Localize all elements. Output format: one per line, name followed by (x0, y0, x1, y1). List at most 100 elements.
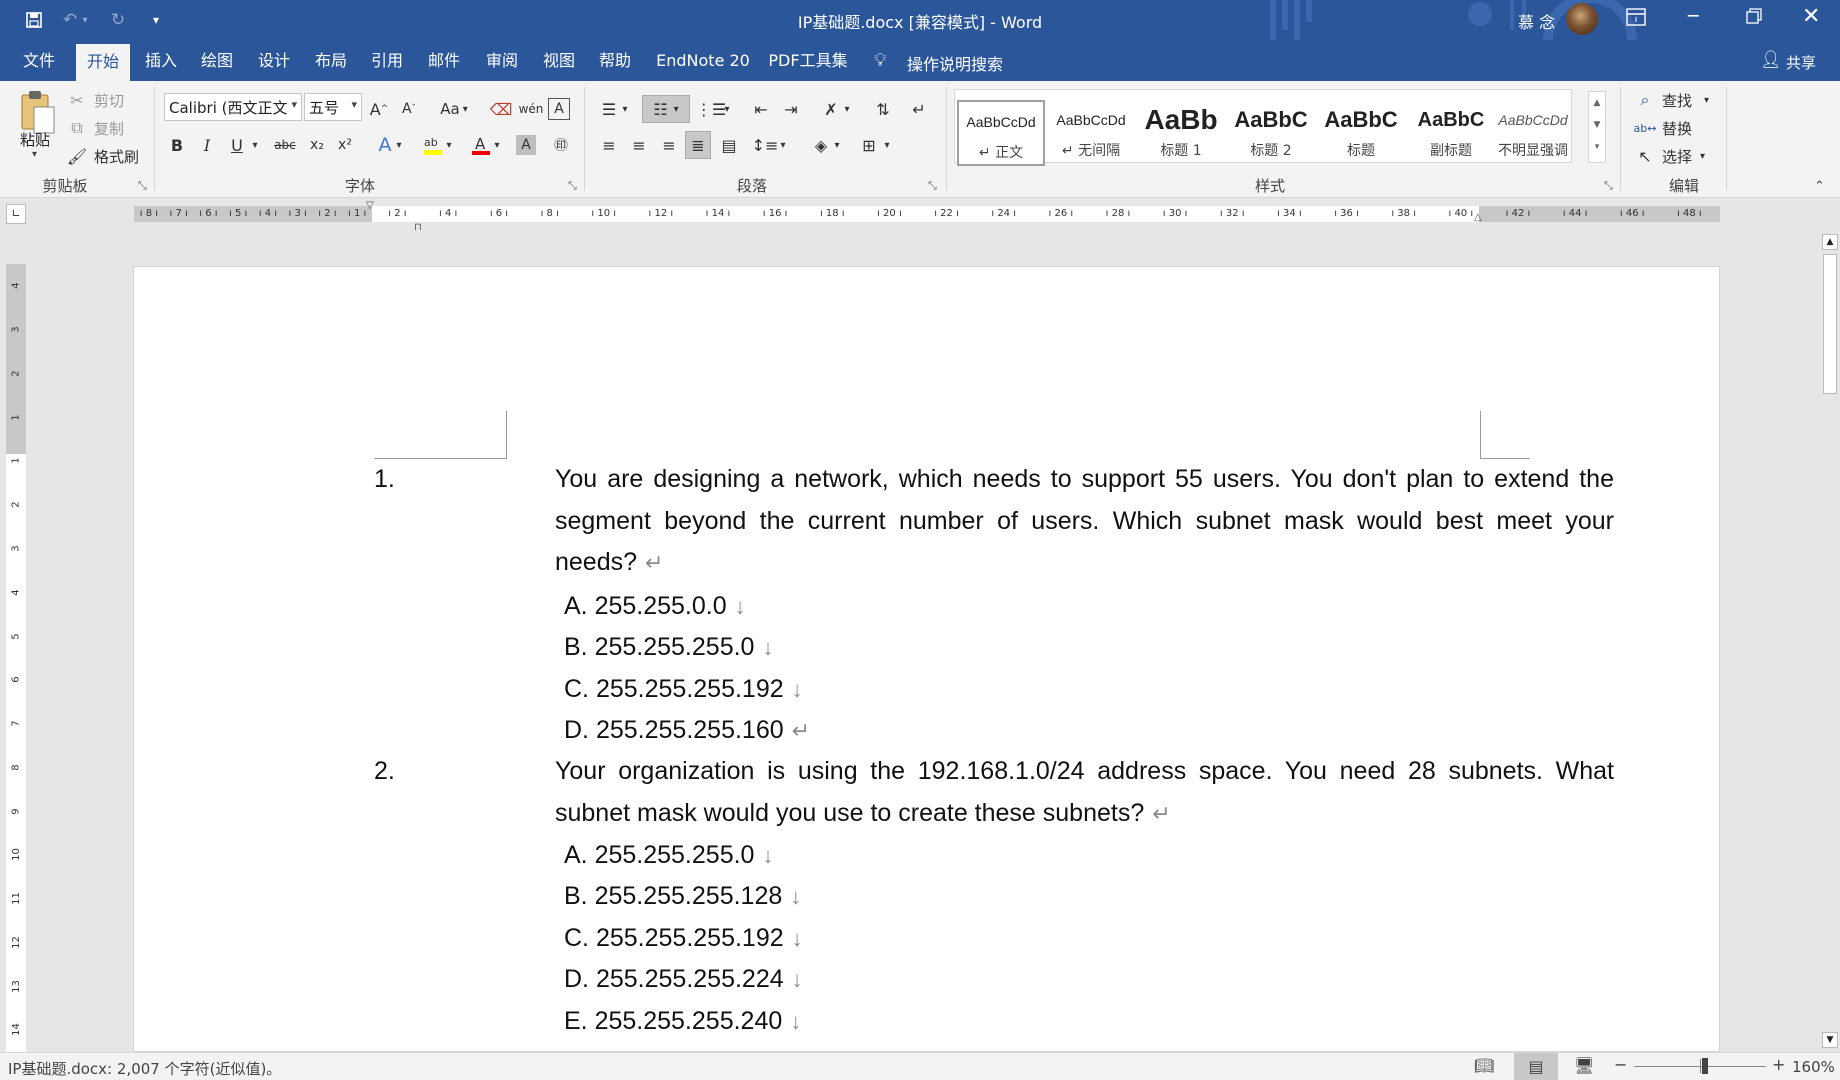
bold-button[interactable]: B (164, 131, 190, 159)
align-left-icon[interactable]: ≡ (596, 131, 622, 159)
tab-view[interactable]: 视图 (536, 40, 582, 81)
change-case-button[interactable]: Aa ▾ (434, 95, 474, 123)
style-title[interactable]: AaBbC 标题 (1317, 100, 1405, 166)
zoom-slider-thumb[interactable] (1702, 1058, 1708, 1074)
undo-dropdown-icon[interactable]: ▾ (78, 8, 92, 32)
paste-dropdown-icon[interactable]: ▾ (32, 149, 37, 160)
scroll-thumb[interactable] (1823, 254, 1837, 394)
grow-font-button[interactable]: A ^ (366, 95, 392, 123)
tab-endnote[interactable]: EndNote 20 (652, 40, 754, 81)
q2-option-e[interactable]: E. 255.255.255.240 ↓ (564, 1007, 801, 1036)
style-heading-1[interactable]: AaBb 标题 1 (1137, 100, 1225, 166)
customize-qat-icon[interactable]: ▾ (144, 8, 168, 32)
chevron-down-icon[interactable]: ▾ (442, 131, 456, 159)
underline-dropdown-icon[interactable]: ▾ (248, 131, 262, 159)
character-border-icon[interactable]: A (548, 98, 570, 120)
minimize-button[interactable]: ─ (1688, 6, 1699, 27)
tab-selector[interactable]: ∟ (6, 204, 26, 224)
numbering-icon[interactable]: ☷ ▾ (642, 95, 690, 123)
q2-option-b[interactable]: B. 255.255.255.128 ↓ (564, 882, 801, 911)
tab-references[interactable]: 引用 (364, 40, 410, 81)
q1-option-b[interactable]: B. 255.255.255.0 ↓ (564, 633, 773, 662)
restore-button[interactable] (1746, 8, 1766, 28)
scroll-up-button[interactable]: ▲ (1822, 234, 1838, 250)
document-page[interactable]: 1. You are designing a network, which ne… (133, 266, 1720, 1052)
styles-launcher-icon[interactable]: ⤡ (1604, 179, 1613, 193)
tab-home[interactable]: 开始 (76, 44, 130, 81)
style-no-spacing[interactable]: AaBbCcDd ↵ 无间隔 (1047, 100, 1135, 166)
styles-scroll[interactable]: ▲ ▼ ▾ (1588, 91, 1606, 163)
enclose-characters-icon[interactable]: ㊞ (548, 131, 574, 159)
zoom-in-button[interactable]: + (1772, 1055, 1785, 1074)
q2-option-c[interactable]: C. 255.255.255.192 ↓ (564, 924, 803, 953)
horizontal-ruler[interactable]: ı 8 ı ı 7 ı ı 6 ı ı 5 ı ı 4 ı ı 3 ı ı 2 ı ı 1 ı… (134, 200, 1720, 223)
shrink-font-button[interactable]: Aˇ (396, 95, 422, 123)
italic-button[interactable]: I (194, 131, 220, 159)
chevron-down-icon[interactable]: ▾ (830, 131, 844, 159)
increase-indent-icon[interactable]: ⇥ (778, 95, 804, 123)
tab-file[interactable]: 文件 (16, 40, 62, 81)
borders-icon[interactable]: ⊞ (856, 131, 882, 159)
style-subtle-emphasis[interactable]: AaBbCcDd 不明显强调 (1497, 100, 1569, 166)
show-formatting-marks-icon[interactable]: ↵ (906, 95, 932, 123)
sort-icon[interactable]: ⇅ (870, 95, 896, 123)
style-heading-2[interactable]: AaBbC 标题 2 (1227, 100, 1315, 166)
document-stats[interactable]: IP基础题.docx: 2,007 个字符(近似值)。 (8, 1058, 281, 1079)
close-button[interactable]: ✕ (1802, 4, 1820, 29)
tab-review[interactable]: 审阅 (479, 40, 525, 81)
style-normal[interactable]: AaBbCcDd ↵ 正文 (957, 100, 1045, 166)
hanging-indent-marker[interactable]: ⊓ (414, 222, 422, 233)
paragraph-launcher-icon[interactable]: ⤡ (928, 179, 937, 193)
font-name-combo[interactable]: Calibri (西文正文 ▾ (164, 93, 302, 121)
superscript-button[interactable]: x² (332, 131, 358, 159)
print-layout-icon[interactable]: ▤ (1514, 1053, 1558, 1080)
style-subtitle[interactable]: AaBbC 副标题 (1407, 100, 1495, 166)
paste-button[interactable]: 粘贴 (20, 129, 50, 150)
tab-pdf-tools[interactable]: PDF工具集 (766, 40, 850, 81)
q1-option-d[interactable]: D. 255.255.255.160 ↵ (564, 716, 810, 745)
cut-button[interactable]: ✂ 剪切 (66, 89, 124, 111)
tab-insert[interactable]: 插入 (138, 40, 184, 81)
strikethrough-button[interactable]: abc (272, 131, 298, 159)
web-layout-icon[interactable]: 🖥︎ (1574, 1056, 1594, 1075)
redo-icon[interactable]: ↻ (106, 8, 130, 32)
justify-icon[interactable]: ≣ (685, 131, 711, 159)
replace-button[interactable]: ab↔ 替换 (1634, 117, 1692, 139)
ribbon-display-options-icon[interactable] (1626, 8, 1650, 32)
distributed-icon[interactable]: ▤ (716, 131, 742, 159)
collapse-ribbon-icon[interactable]: ⌃ (1814, 179, 1825, 194)
tab-draw[interactable]: 绘图 (194, 40, 240, 81)
q1-option-a[interactable]: A. 255.255.0.0 ↓ (564, 592, 746, 621)
q1-option-c[interactable]: C. 255.255.255.192 ↓ (564, 675, 803, 704)
share-button[interactable]: 共享 (1786, 52, 1816, 73)
tab-layout[interactable]: 布局 (308, 40, 354, 81)
q2-option-a[interactable]: A. 255.255.255.0 ↓ (564, 841, 773, 870)
question-1[interactable]: You are designing a network, which needs… (555, 459, 1614, 584)
clipboard-launcher-icon[interactable]: ⤡ (138, 179, 147, 193)
read-mode-icon[interactable]: 📖︎ (1474, 1056, 1494, 1075)
scroll-down-button[interactable]: ▼ (1822, 1032, 1838, 1048)
phonetic-guide-icon[interactable]: wén (518, 95, 544, 123)
chevron-down-icon[interactable]: ▾ (840, 95, 854, 123)
clear-formatting-icon[interactable]: ⌫ (488, 95, 514, 123)
chevron-down-icon[interactable]: ▾ (776, 131, 790, 159)
line-spacing-icon[interactable]: ↕≡ (752, 131, 779, 159)
chevron-down-icon[interactable]: ▾ (392, 131, 406, 159)
find-button[interactable]: ⌕ 查找 ▾ (1634, 89, 1710, 111)
format-painter-button[interactable]: 🖌︎ 格式刷 (66, 145, 139, 167)
q2-option-d[interactable]: D. 255.255.255.224 ↓ (564, 965, 803, 994)
tell-me-search[interactable]: 操作说明搜索 (907, 51, 1003, 75)
user-name[interactable]: 慕 念 (1518, 9, 1555, 33)
chevron-down-icon[interactable]: ▾ (720, 95, 734, 123)
chevron-down-icon[interactable]: ▾ (618, 95, 632, 123)
chevron-down-icon[interactable]: ▾ (880, 131, 894, 159)
zoom-out-button[interactable]: − (1614, 1055, 1627, 1074)
right-indent-marker[interactable]: △ (1474, 212, 1482, 223)
zoom-level[interactable]: 160% (1792, 1058, 1835, 1076)
font-launcher-icon[interactable]: ⤡ (568, 179, 577, 193)
vertical-ruler[interactable]: 4 3 2 1 1 2 3 4 5 6 7 8 9 10 11 12 13 14 (6, 264, 26, 1052)
font-size-combo[interactable]: 五号 ▾ (304, 93, 362, 121)
subscript-button[interactable]: x₂ (304, 131, 330, 159)
align-right-icon[interactable]: ≡ (656, 131, 682, 159)
tab-mailings[interactable]: 邮件 (421, 40, 467, 81)
